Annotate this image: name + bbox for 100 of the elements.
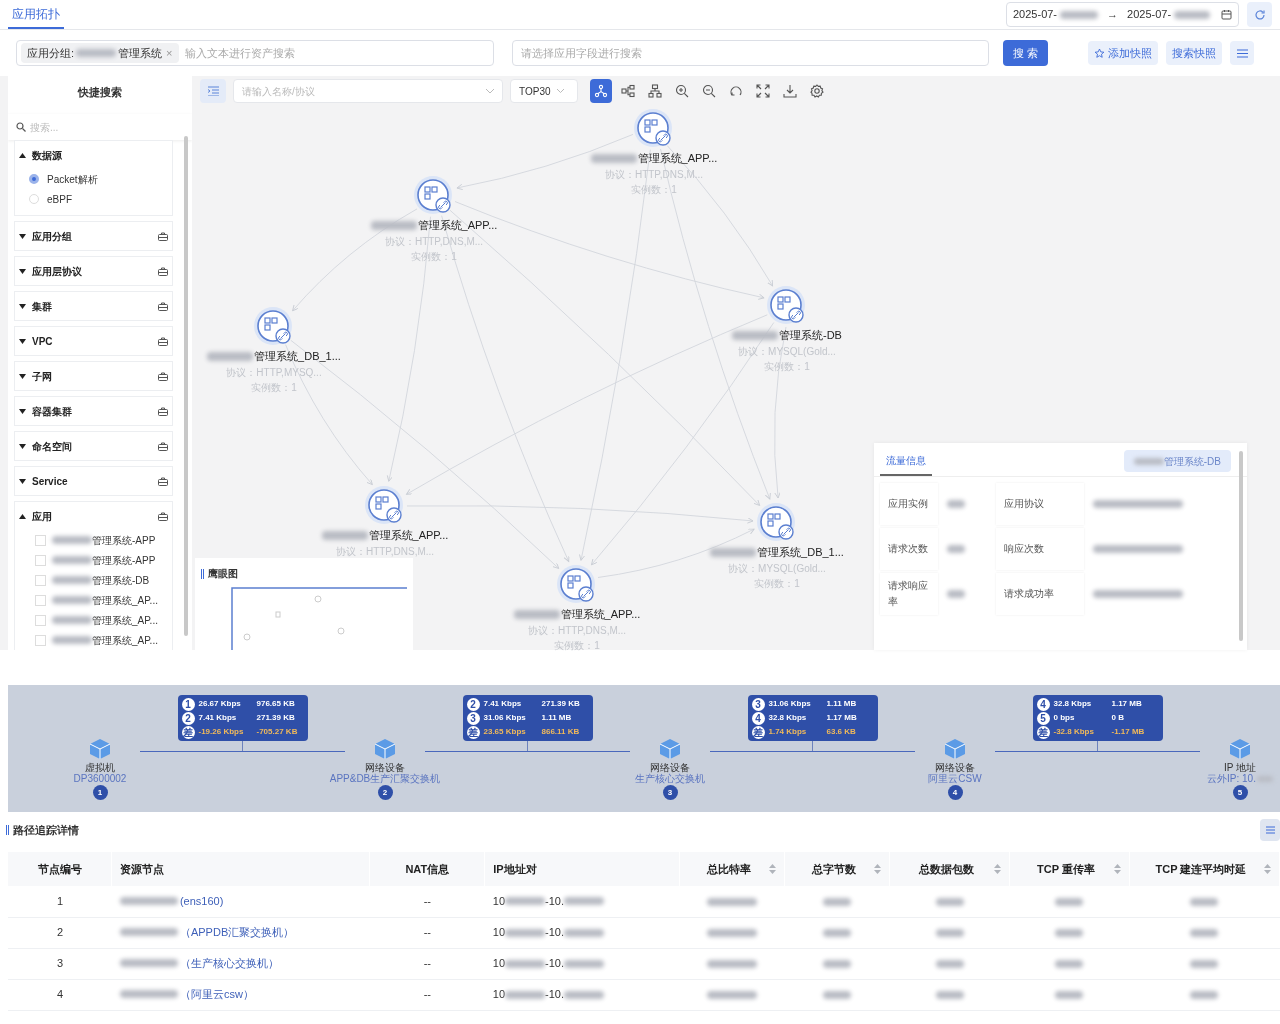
byte-count: 0 B xyxy=(1111,712,1124,724)
redacted-text xyxy=(119,990,178,999)
redacted-text xyxy=(505,928,545,937)
filter-section-header[interactable]: 数据源 xyxy=(15,141,172,169)
sort-icon xyxy=(874,864,882,874)
redacted-text xyxy=(52,576,92,584)
table-cell: 1 xyxy=(8,886,112,917)
sort-icon xyxy=(769,864,777,874)
column-header[interactable]: 总字节数 xyxy=(784,852,890,886)
menu-icon xyxy=(1265,826,1275,834)
filter-section-header[interactable]: 命名空间 xyxy=(15,432,172,460)
scrollbar[interactable] xyxy=(1239,451,1243,641)
diff-marker: 差 xyxy=(466,725,480,739)
sidebar-search-input[interactable]: 搜索... xyxy=(30,116,180,138)
sort-icon xyxy=(994,864,1001,874)
checkbox[interactable] xyxy=(35,534,46,546)
filter-section-header[interactable]: Service xyxy=(15,467,172,495)
radio-button[interactable] xyxy=(29,174,39,184)
resource-node-link[interactable]: （阿里云csw） xyxy=(119,986,254,1003)
refresh-button[interactable] xyxy=(1247,2,1272,27)
filter-section-header[interactable]: 集群 xyxy=(15,292,172,320)
filter-option[interactable]: 管理系统_AP... xyxy=(15,610,172,630)
flow-info-tab[interactable]: 流量信息 xyxy=(880,453,932,476)
search-snapshots-button[interactable]: 搜索快照 xyxy=(1166,41,1222,65)
node-name[interactable]: 管理系统_APP... xyxy=(368,527,449,544)
byte-count: -1.17 MB xyxy=(1111,726,1145,738)
tree-icon xyxy=(621,84,635,98)
toolbar-button[interactable] xyxy=(590,79,612,103)
node-name[interactable]: 管理系统-DB xyxy=(779,327,842,344)
cube-icon xyxy=(658,737,682,761)
filter-section-header[interactable]: 子网 xyxy=(15,362,172,390)
cube-icon xyxy=(1228,737,1252,761)
redacted-text xyxy=(119,928,178,937)
filter-section-header[interactable]: 应用分组 xyxy=(15,222,172,250)
briefcase-icon xyxy=(158,266,168,276)
add-snapshot-button[interactable]: 添加快照 xyxy=(1088,41,1158,65)
date-range-field[interactable]: 2025-07- → 2025-07- xyxy=(1006,2,1239,27)
bit-rate: 26.67 Kbps xyxy=(198,698,242,710)
redacted-text xyxy=(52,616,92,624)
search-button[interactable]: 搜 索 xyxy=(1003,40,1048,66)
node-name[interactable]: 管理系统_APP... xyxy=(417,217,498,234)
filter-option[interactable]: 管理系统-APP xyxy=(15,530,172,550)
device-name: 生产核心交换机 xyxy=(635,773,705,784)
table-cell: 3 xyxy=(8,948,112,979)
filter-section-header[interactable]: 应用 xyxy=(15,502,172,530)
checkbox[interactable] xyxy=(35,554,46,566)
filter-value: 管理系统 xyxy=(118,45,163,61)
resource-node-link[interactable]: （APPDB汇聚交换机） xyxy=(119,924,295,941)
redacted-text xyxy=(707,929,758,938)
table-cell: 2 xyxy=(8,917,112,948)
resource-node-link[interactable]: （生产核心交换机） xyxy=(119,955,279,972)
caret-down-icon xyxy=(19,268,26,274)
app-badge: 管理系统-DB xyxy=(1123,450,1231,472)
group-filter-tag[interactable]: 应用分组: 管理系统 × xyxy=(21,42,179,64)
node-name[interactable]: 管理系统_DB_1... xyxy=(757,544,844,561)
node-name[interactable]: 管理系统_APP... xyxy=(637,150,718,167)
byte-count: 271.39 KB xyxy=(256,712,295,724)
caret-down-icon xyxy=(19,443,26,449)
field-search-input[interactable]: 请选择应用字段进行搜索 xyxy=(512,40,989,66)
column-header[interactable]: TCP 建连平均时延 xyxy=(1129,852,1280,886)
column-header: IP地址对 xyxy=(484,852,680,886)
resource-node-link[interactable]: (ens160) xyxy=(119,892,224,910)
node-name[interactable]: 管理系统_APP... xyxy=(560,606,641,623)
app-node-icon xyxy=(756,502,798,544)
indent-button[interactable] xyxy=(200,79,226,103)
menu-button[interactable] xyxy=(1260,819,1280,841)
filter-section-header[interactable]: 容器集群 xyxy=(15,397,172,425)
redacted-text xyxy=(1060,10,1099,19)
caret-down-icon xyxy=(19,233,26,239)
hop-marker: 3 xyxy=(751,697,765,711)
redacted-text xyxy=(707,960,758,969)
column-header[interactable]: TCP 重传率 xyxy=(1009,852,1130,886)
asset-search-field[interactable]: 应用分组: 管理系统 × 输入文本进行资产搜索 xyxy=(16,40,494,66)
top-count-select[interactable]: TOP30 xyxy=(510,79,578,103)
filter-option[interactable]: 管理系统_AP... xyxy=(15,630,172,650)
redacted-text xyxy=(119,897,178,906)
briefcase-icon xyxy=(158,231,168,241)
filter-section-header[interactable]: VPC xyxy=(15,327,172,355)
filter-option[interactable]: 管理系统_AP... xyxy=(15,590,172,610)
view-tab[interactable]: 应用拓扑 xyxy=(8,0,64,29)
column-header[interactable]: 总比特率 xyxy=(679,852,785,886)
column-header[interactable]: 总数据包数 xyxy=(889,852,1010,886)
node-name[interactable]: 管理系统_DB_1... xyxy=(254,348,341,365)
bit-rate: 0 bps xyxy=(1053,712,1076,724)
filter-option[interactable]: eBPF xyxy=(15,189,172,209)
checkbox[interactable] xyxy=(35,614,46,626)
filter-option[interactable]: Packet解析 xyxy=(15,169,172,189)
checkbox[interactable] xyxy=(35,574,46,586)
checkbox[interactable] xyxy=(35,634,46,646)
table-cell: 4 xyxy=(8,979,112,1010)
filter-option[interactable]: 管理系统-DB xyxy=(15,570,172,590)
bit-rate: 23.65 Kbps xyxy=(483,726,527,738)
redacted-text xyxy=(707,991,758,1000)
filter-section-header[interactable]: 应用层协议 xyxy=(15,257,172,285)
menu-button[interactable] xyxy=(1230,41,1254,65)
scrollbar[interactable] xyxy=(184,136,188,636)
checkbox[interactable] xyxy=(35,594,46,606)
redacted-text xyxy=(707,898,758,907)
filter-option[interactable]: 管理系统-APP xyxy=(15,550,172,570)
redacted-text xyxy=(947,500,965,508)
